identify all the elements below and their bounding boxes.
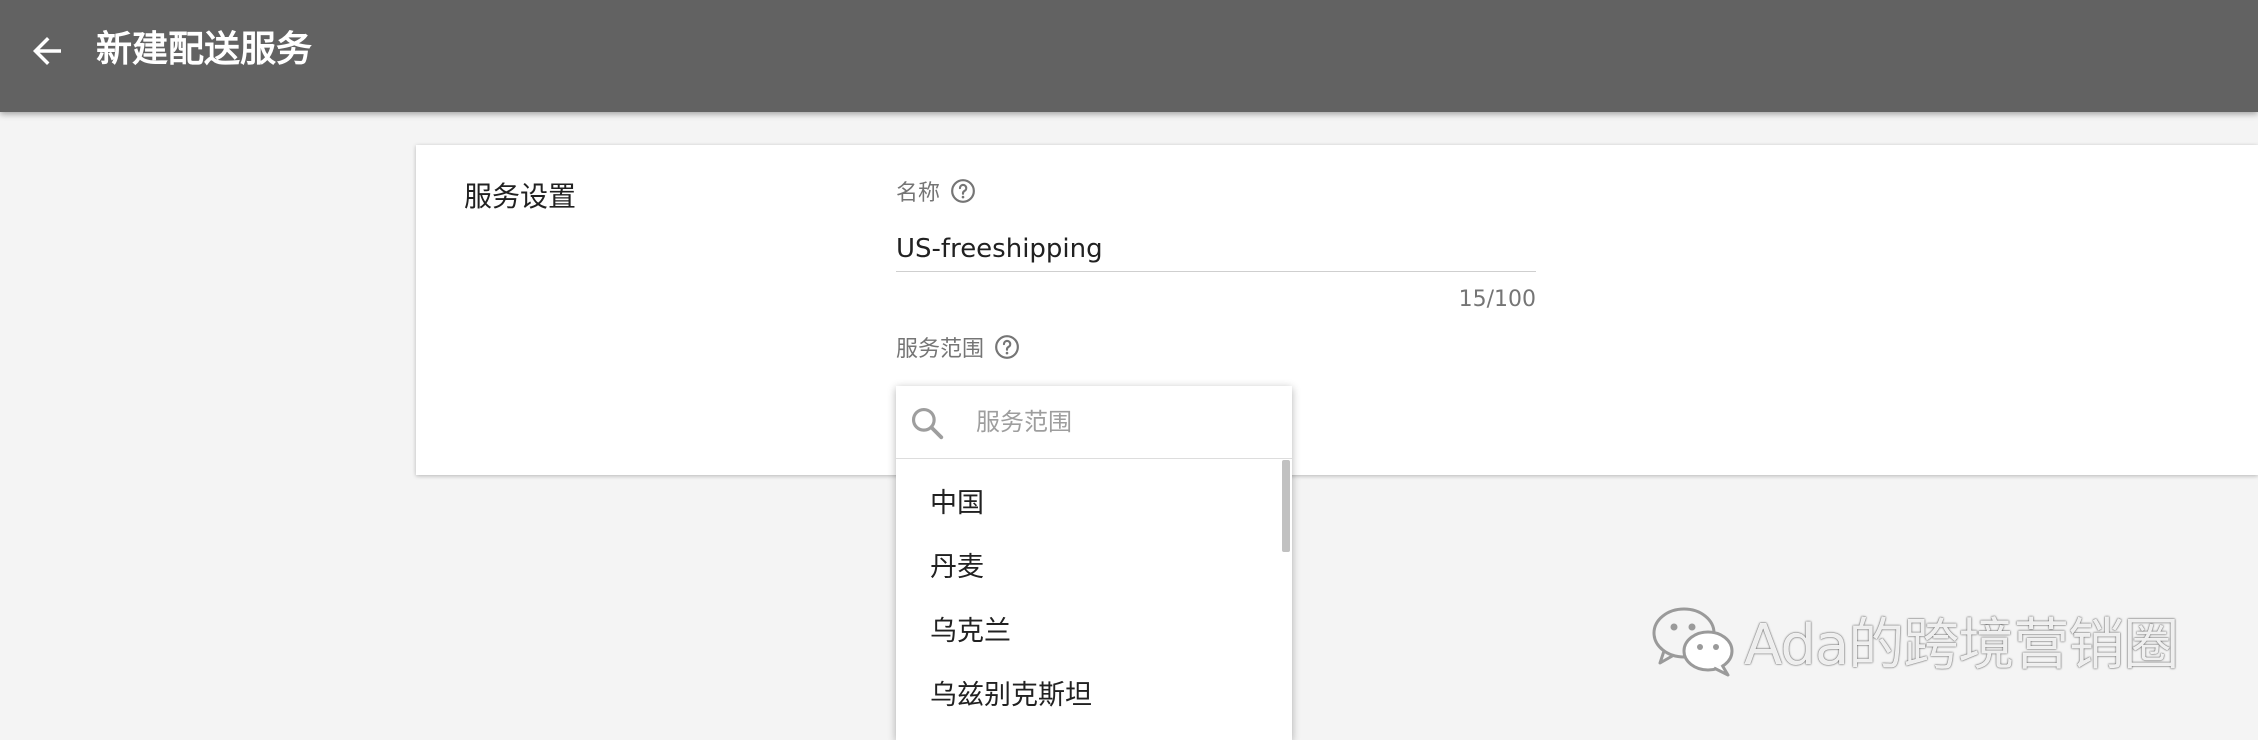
search-icon (911, 407, 944, 440)
scope-search-bar (896, 386, 1292, 459)
name-input[interactable] (896, 227, 1536, 272)
scope-search-input[interactable] (976, 400, 1266, 444)
scope-option[interactable]: 中国 (896, 472, 1292, 536)
watermark: Ada的跨境营销圈 (1648, 600, 2179, 681)
arrow-left-icon (33, 37, 61, 65)
help-circle-icon[interactable] (950, 178, 976, 204)
wechat-icon (1652, 607, 1734, 676)
scope-label-text: 服务范围 (896, 337, 985, 362)
service-settings-card: 服务设置 名称 15/100 服务范围 (416, 145, 2258, 475)
page-title: 新建配送服务 (96, 29, 313, 70)
scope-option[interactable]: 丹麦 (896, 536, 1292, 600)
back-button[interactable] (26, 30, 68, 72)
scope-dropdown[interactable]: 中国 丹麦 乌克兰 乌兹别克斯坦 (896, 386, 1292, 740)
name-field-label: 名称 (896, 175, 976, 207)
scrollbar-thumb[interactable] (1282, 460, 1290, 552)
section-title: 服务设置 (464, 180, 577, 213)
top-app-bar: 新建配送服务 (0, 0, 2258, 112)
scope-field-label: 服务范围 (896, 331, 1020, 363)
watermark-text: Ada的跨境营销圈 (1744, 613, 2179, 678)
dropdown-scrollbar[interactable] (1282, 458, 1290, 740)
help-circle-icon[interactable] (994, 334, 1020, 360)
scope-option[interactable]: 乌克兰 (896, 600, 1292, 664)
name-label-text: 名称 (896, 181, 941, 206)
scope-options-list: 中国 丹麦 乌克兰 乌兹别克斯坦 (896, 472, 1292, 728)
name-char-counter: 15/100 (1458, 287, 1536, 312)
scope-option[interactable]: 乌兹别克斯坦 (896, 664, 1292, 728)
